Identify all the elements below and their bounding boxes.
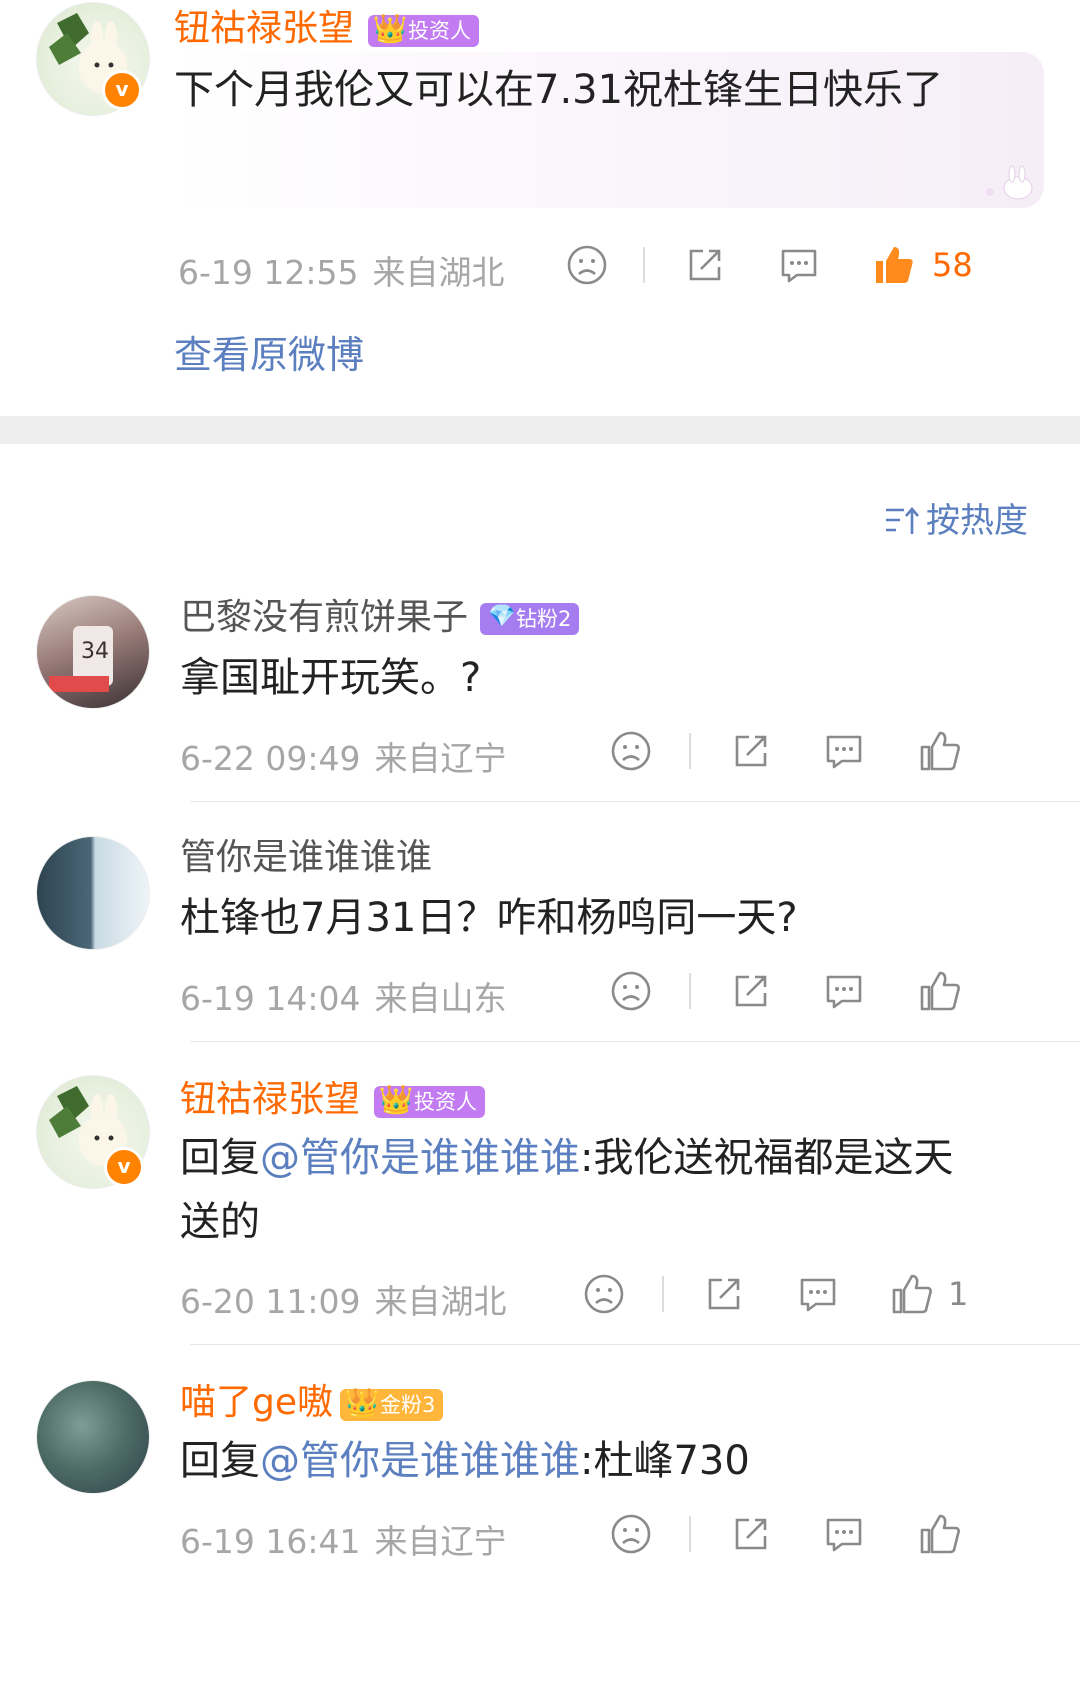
badge-label: 投资人 — [414, 1090, 477, 1114]
sad-face-icon[interactable] — [609, 729, 653, 773]
crown-icon: 👑 — [344, 1386, 380, 1419]
comment-icon[interactable] — [822, 1512, 866, 1556]
separator — [689, 973, 691, 1009]
comment-location: 来自山东 — [374, 979, 507, 1018]
investor-badge[interactable]: 👑 投资人 — [374, 1083, 485, 1118]
verified-icon: v — [102, 70, 142, 110]
post-meta: 6-19 12:55 来自湖北 — [178, 246, 505, 294]
comment-icon[interactable] — [822, 729, 866, 773]
sort-label: 按热度 — [926, 501, 1028, 541]
sad-face-icon[interactable] — [609, 969, 653, 1013]
reply-text: :杜峰730 — [580, 1438, 750, 1484]
comment-date: 6-19 14:04 — [180, 979, 361, 1018]
sad-face-icon[interactable] — [565, 243, 609, 287]
comment-text: 回复@管你是谁谁谁谁:杜峰730 — [180, 1429, 980, 1493]
avatar[interactable]: 34 — [36, 595, 150, 709]
view-original-link[interactable]: 查看原微博 — [174, 330, 364, 380]
comment-location: 来自辽宁 — [374, 1522, 507, 1561]
thumbs-up-icon[interactable] — [890, 1272, 934, 1316]
investor-badge[interactable]: 👑 投资人 — [368, 12, 479, 47]
section-separator — [0, 416, 1080, 444]
comment-icon[interactable] — [777, 243, 821, 287]
comment-meta: 6-22 09:49 来自辽宁 — [180, 732, 507, 780]
comment-location: 来自辽宁 — [374, 739, 507, 778]
share-icon[interactable] — [683, 243, 727, 287]
comment-date: 6-20 11:09 — [180, 1282, 361, 1321]
thumbs-up-icon[interactable] — [872, 243, 916, 287]
svg-text:34: 34 — [81, 639, 109, 664]
comment-text: 拿国耻开玩笑。? — [180, 655, 482, 701]
comment-text: 回复@管你是谁谁谁谁:我伦送祝福都是这天送的 — [180, 1126, 970, 1254]
thumbs-up-icon[interactable] — [918, 969, 962, 1013]
separator — [689, 733, 691, 769]
share-icon[interactable] — [729, 969, 773, 1013]
share-icon[interactable] — [702, 1272, 746, 1316]
player-avatar-image: 34 — [49, 626, 113, 692]
separator — [662, 1276, 664, 1312]
badge-label: 投资人 — [408, 19, 471, 43]
share-icon[interactable] — [729, 1512, 773, 1556]
mention-link[interactable]: @管你是谁谁谁谁 — [260, 1438, 580, 1484]
crown-icon: 👑 — [372, 12, 408, 45]
decor-rabbit-icon — [986, 165, 1033, 200]
comment-divider — [190, 1041, 1080, 1042]
badge-label: 金粉3 — [380, 1393, 436, 1417]
username[interactable]: 钮祜禄张望 — [174, 7, 354, 51]
comment-text: 杜锋也7月31日？咋和杨鸣同一天? — [180, 895, 798, 941]
sort-icon — [886, 507, 919, 534]
comment-icon[interactable] — [822, 969, 866, 1013]
like-count: 58 — [932, 246, 973, 284]
post-date: 6-19 12:55 — [178, 253, 359, 292]
separator — [689, 1516, 691, 1552]
thumbs-up-icon[interactable] — [918, 729, 962, 773]
like-count: 1 — [948, 1275, 969, 1313]
reply-prefix: 回复 — [180, 1438, 260, 1484]
comment-icon[interactable] — [796, 1272, 840, 1316]
sad-face-icon[interactable] — [582, 1272, 626, 1316]
post-text: 下个月我伦又可以在7.31祝杜锋生日快乐了 — [174, 67, 944, 113]
fan-badge[interactable]: 👑 金粉3 — [340, 1386, 444, 1421]
comment-divider — [190, 1344, 1080, 1345]
mention-link[interactable]: @管你是谁谁谁谁 — [260, 1135, 580, 1181]
post-location: 来自湖北 — [372, 253, 505, 292]
crown-icon: 👑 — [378, 1083, 414, 1116]
diamond-icon: 💎 — [488, 604, 516, 629]
badge-label: 钻粉2 — [516, 607, 572, 631]
comment-date: 6-22 09:49 — [180, 739, 361, 778]
share-icon[interactable] — [729, 729, 773, 773]
comment-meta: 6-19 16:41 来自辽宁 — [180, 1515, 507, 1563]
sad-face-icon[interactable] — [609, 1512, 653, 1556]
verified-icon: v — [104, 1147, 144, 1187]
separator — [643, 247, 645, 283]
username[interactable]: 喵了ge嗷 — [180, 1381, 333, 1425]
reply-prefix: 回复 — [180, 1135, 260, 1181]
comment-location: 来自湖北 — [374, 1282, 507, 1321]
fan-badge[interactable]: 💎 钻粉2 — [480, 603, 580, 635]
username[interactable]: 钮祜禄张望 — [180, 1078, 360, 1122]
comment-meta: 6-20 11:09 来自湖北 — [180, 1275, 507, 1323]
comment-divider — [190, 801, 1080, 802]
thumbs-up-icon[interactable] — [918, 1512, 962, 1556]
comment-date: 6-19 16:41 — [180, 1522, 361, 1561]
comment-meta: 6-19 14:04 来自山东 — [180, 972, 507, 1020]
username[interactable]: 管你是谁谁谁谁 — [180, 836, 432, 880]
username[interactable]: 巴黎没有煎饼果子 — [180, 596, 468, 640]
avatar[interactable] — [36, 836, 150, 950]
avatar[interactable] — [36, 1380, 150, 1494]
